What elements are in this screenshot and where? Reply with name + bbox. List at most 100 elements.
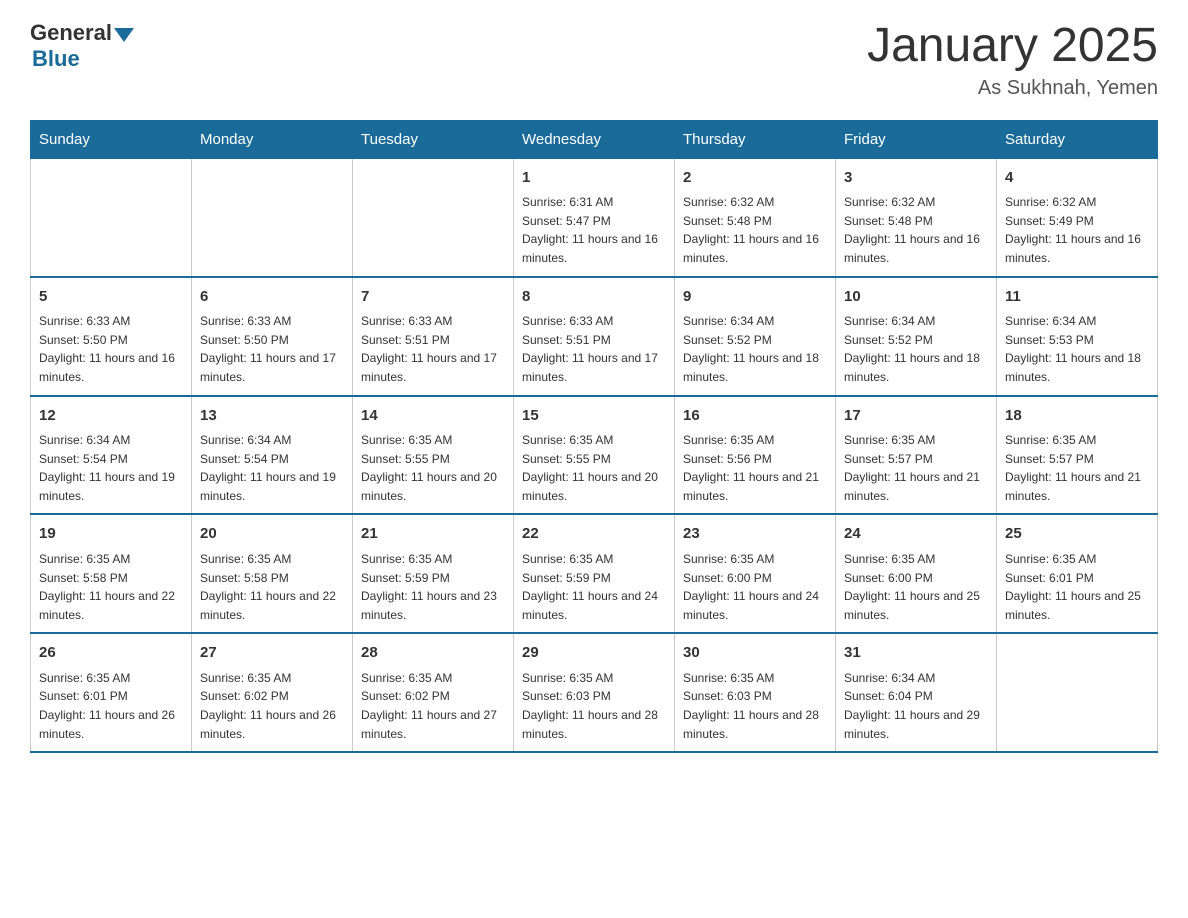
day-number: 15 [522,405,666,428]
day-number: 13 [200,405,344,428]
calendar-cell [997,633,1158,752]
calendar-cell: 28Sunrise: 6:35 AMSunset: 6:02 PMDayligh… [353,633,514,752]
day-info: Sunrise: 6:35 AMSunset: 5:55 PMDaylight:… [361,431,505,505]
header-row: SundayMondayTuesdayWednesdayThursdayFrid… [31,120,1158,158]
week-row-5: 26 Sunrise: 6:35 AMSunset: 6:01 PMDayligh… [31,633,1158,752]
day-number: 2 [683,167,827,190]
day-number: 7 [361,286,505,309]
week-row-3: 12 Sunrise: 6:34 AMSunset: 5:54 PMDayligh… [31,396,1158,515]
header-friday: Friday [836,120,997,158]
day-info: Sunrise: 6:34 AMSunset: 6:04 PMDaylight:… [844,669,988,743]
calendar-cell: 31 Sunrise: 6:34 AMSunset: 6:04 PMDayligh… [836,633,997,752]
calendar-cell: 29Sunrise: 6:35 AMSunset: 6:03 PMDayligh… [514,633,675,752]
day-info: Sunrise: 6:35 AMSunset: 5:59 PMDaylight:… [522,550,666,624]
calendar-cell: 20 Sunrise: 6:35 AMSunset: 5:58 PMDayligh… [192,514,353,633]
day-info: Sunrise: 6:35 AMSunset: 6:02 PMDaylight:… [361,669,505,743]
calendar-cell: 2Sunrise: 6:32 AMSunset: 5:48 PMDaylight… [675,158,836,276]
day-info: Sunrise: 6:35 AMSunset: 5:57 PMDaylight:… [844,431,988,505]
header-sunday: Sunday [31,120,192,158]
day-number: 26 [39,642,183,665]
calendar-cell: 4Sunrise: 6:32 AMSunset: 5:49 PMDaylight… [997,158,1158,276]
header-thursday: Thursday [675,120,836,158]
calendar-cell: 3 Sunrise: 6:32 AMSunset: 5:48 PMDaylight… [836,158,997,276]
calendar-cell: 6Sunrise: 6:33 AMSunset: 5:50 PMDaylight… [192,277,353,396]
day-number: 27 [200,642,344,665]
day-number: 3 [844,167,988,190]
day-number: 20 [200,523,344,546]
day-number: 19 [39,523,183,546]
day-number: 12 [39,405,183,428]
day-info: Sunrise: 6:35 AMSunset: 6:02 PMDaylight:… [200,669,344,743]
day-info: Sunrise: 6:35 AMSunset: 5:57 PMDaylight:… [1005,431,1149,505]
page-subtitle: As Sukhnah, Yemen [867,77,1158,100]
day-number: 9 [683,286,827,309]
calendar-table: SundayMondayTuesdayWednesdayThursdayFrid… [30,120,1158,753]
logo-blue-text: Blue [32,46,80,72]
calendar-cell: 1Sunrise: 6:31 AMSunset: 5:47 PMDaylight… [514,158,675,276]
day-number: 21 [361,523,505,546]
calendar-cell: 23 Sunrise: 6:35 AMSunset: 6:00 PMDayligh… [675,514,836,633]
calendar-cell: 26 Sunrise: 6:35 AMSunset: 6:01 PMDayligh… [31,633,192,752]
calendar-header: SundayMondayTuesdayWednesdayThursdayFrid… [31,120,1158,158]
page-title: January 2025 [867,20,1158,73]
day-info: Sunrise: 6:35 AMSunset: 6:01 PMDaylight:… [1005,550,1149,624]
day-info: Sunrise: 6:35 AMSunset: 6:01 PMDaylight:… [39,669,183,743]
header-tuesday: Tuesday [353,120,514,158]
day-number: 17 [844,405,988,428]
logo-arrow-icon [114,28,134,42]
calendar-cell: 10 Sunrise: 6:34 AMSunset: 5:52 PMDayligh… [836,277,997,396]
calendar-cell [192,158,353,276]
header-wednesday: Wednesday [514,120,675,158]
calendar-cell: 24 Sunrise: 6:35 AMSunset: 6:00 PMDayligh… [836,514,997,633]
calendar-cell: 27 Sunrise: 6:35 AMSunset: 6:02 PMDayligh… [192,633,353,752]
week-row-2: 5 Sunrise: 6:33 AMSunset: 5:50 PMDaylight… [31,277,1158,396]
calendar-cell [31,158,192,276]
day-number: 16 [683,405,827,428]
calendar-cell: 5 Sunrise: 6:33 AMSunset: 5:50 PMDaylight… [31,277,192,396]
day-number: 23 [683,523,827,546]
calendar-cell: 19 Sunrise: 6:35 AMSunset: 5:58 PMDayligh… [31,514,192,633]
day-number: 18 [1005,405,1149,428]
header-saturday: Saturday [997,120,1158,158]
calendar-cell: 25Sunrise: 6:35 AMSunset: 6:01 PMDayligh… [997,514,1158,633]
day-info: Sunrise: 6:34 AMSunset: 5:52 PMDaylight:… [844,312,988,386]
logo-general-text: General [30,20,112,46]
day-info: Sunrise: 6:32 AMSunset: 5:48 PMDaylight:… [844,193,988,267]
day-info: Sunrise: 6:35 AMSunset: 6:00 PMDaylight:… [844,550,988,624]
calendar-cell: 21 Sunrise: 6:35 AMSunset: 5:59 PMDayligh… [353,514,514,633]
week-row-1: 1Sunrise: 6:31 AMSunset: 5:47 PMDaylight… [31,158,1158,276]
header-monday: Monday [192,120,353,158]
calendar-cell [353,158,514,276]
day-info: Sunrise: 6:32 AMSunset: 5:49 PMDaylight:… [1005,193,1149,267]
title-area: January 2025 As Sukhnah, Yemen [867,20,1158,100]
day-info: Sunrise: 6:34 AMSunset: 5:54 PMDaylight:… [39,431,183,505]
calendar-cell: 8Sunrise: 6:33 AMSunset: 5:51 PMDaylight… [514,277,675,396]
day-info: Sunrise: 6:35 AMSunset: 5:55 PMDaylight:… [522,431,666,505]
day-info: Sunrise: 6:35 AMSunset: 6:00 PMDaylight:… [683,550,827,624]
calendar-cell: 11 Sunrise: 6:34 AMSunset: 5:53 PMDayligh… [997,277,1158,396]
week-row-4: 19 Sunrise: 6:35 AMSunset: 5:58 PMDayligh… [31,514,1158,633]
day-number: 10 [844,286,988,309]
day-number: 24 [844,523,988,546]
day-info: Sunrise: 6:33 AMSunset: 5:50 PMDaylight:… [39,312,183,386]
calendar-cell: 16Sunrise: 6:35 AMSunset: 5:56 PMDayligh… [675,396,836,515]
day-info: Sunrise: 6:33 AMSunset: 5:51 PMDaylight:… [522,312,666,386]
day-info: Sunrise: 6:35 AMSunset: 6:03 PMDaylight:… [683,669,827,743]
day-number: 5 [39,286,183,309]
calendar-cell: 15 Sunrise: 6:35 AMSunset: 5:55 PMDayligh… [514,396,675,515]
page-header: General Blue January 2025 As Sukhnah, Ye… [30,20,1158,100]
day-info: Sunrise: 6:35 AMSunset: 5:58 PMDaylight:… [39,550,183,624]
calendar-cell: 17 Sunrise: 6:35 AMSunset: 5:57 PMDayligh… [836,396,997,515]
day-info: Sunrise: 6:34 AMSunset: 5:53 PMDaylight:… [1005,312,1149,386]
day-info: Sunrise: 6:35 AMSunset: 5:58 PMDaylight:… [200,550,344,624]
day-number: 11 [1005,286,1149,309]
day-number: 30 [683,642,827,665]
day-number: 31 [844,642,988,665]
day-number: 22 [522,523,666,546]
day-info: Sunrise: 6:35 AMSunset: 5:59 PMDaylight:… [361,550,505,624]
calendar-cell: 7Sunrise: 6:33 AMSunset: 5:51 PMDaylight… [353,277,514,396]
day-info: Sunrise: 6:31 AMSunset: 5:47 PMDaylight:… [522,193,666,267]
calendar-cell: 14Sunrise: 6:35 AMSunset: 5:55 PMDayligh… [353,396,514,515]
calendar-cell: 13Sunrise: 6:34 AMSunset: 5:54 PMDayligh… [192,396,353,515]
day-number: 29 [522,642,666,665]
